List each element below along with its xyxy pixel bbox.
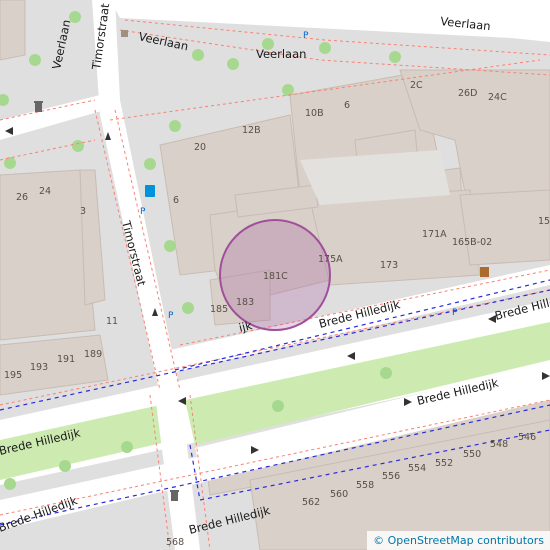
- house-number: 552: [435, 458, 453, 469]
- house-number: 560: [330, 489, 348, 500]
- house-number: 24: [39, 186, 51, 197]
- house-number: 165B-02: [452, 237, 492, 248]
- house-number: 26D: [458, 88, 477, 99]
- house-number: 173: [380, 260, 398, 271]
- house-number: 171A: [422, 229, 447, 240]
- copyright-symbol: ©: [373, 534, 385, 547]
- house-number: 189: [84, 349, 102, 360]
- house-number: 191: [57, 354, 75, 365]
- house-number: 175A: [318, 254, 343, 265]
- house-number: 550: [463, 449, 481, 460]
- house-number: 26: [16, 192, 28, 203]
- house-number: 558: [356, 480, 374, 491]
- street-label: Veerlaan: [256, 47, 306, 61]
- parking-icon: P: [168, 311, 174, 321]
- house-number: 6: [344, 100, 350, 111]
- house-number: 548: [490, 439, 508, 450]
- house-number: 185: [210, 304, 228, 315]
- shop-icon: [480, 267, 489, 277]
- house-number: 6: [173, 195, 179, 206]
- house-number: 2C: [410, 80, 423, 91]
- house-number: 183: [236, 297, 254, 308]
- map-canvas[interactable]: Veerlaan Veerlaan Veerlaan Veerlaan Timo…: [0, 0, 550, 550]
- attribution-link[interactable]: OpenStreetMap contributors: [384, 534, 544, 547]
- house-number: 3: [80, 206, 86, 217]
- parking-icon: P: [140, 207, 146, 217]
- house-number: 554: [408, 463, 426, 474]
- house-number: 20: [194, 142, 206, 153]
- house-number: 546: [518, 432, 536, 443]
- house-number: 10B: [305, 108, 324, 119]
- map-attribution: © OpenStreetMap contributors: [367, 531, 550, 550]
- house-number: 568: [166, 537, 184, 548]
- waste-basket-icon: [170, 490, 179, 501]
- bus-stop-icon: [121, 30, 128, 37]
- house-number: 195: [4, 370, 22, 381]
- waste-basket-icon: [34, 101, 43, 112]
- charging-station-icon: [145, 185, 155, 197]
- house-number: 562: [302, 497, 320, 508]
- house-number: 193: [30, 362, 48, 373]
- parking-icon: P: [303, 31, 309, 41]
- parking-icon: P: [452, 308, 458, 318]
- house-number: 181C: [263, 271, 288, 282]
- house-number: 15: [538, 216, 550, 227]
- house-number: 556: [382, 471, 400, 482]
- house-number: 11: [106, 316, 118, 327]
- house-number: 24C: [488, 92, 507, 103]
- house-number: 12B: [242, 125, 261, 136]
